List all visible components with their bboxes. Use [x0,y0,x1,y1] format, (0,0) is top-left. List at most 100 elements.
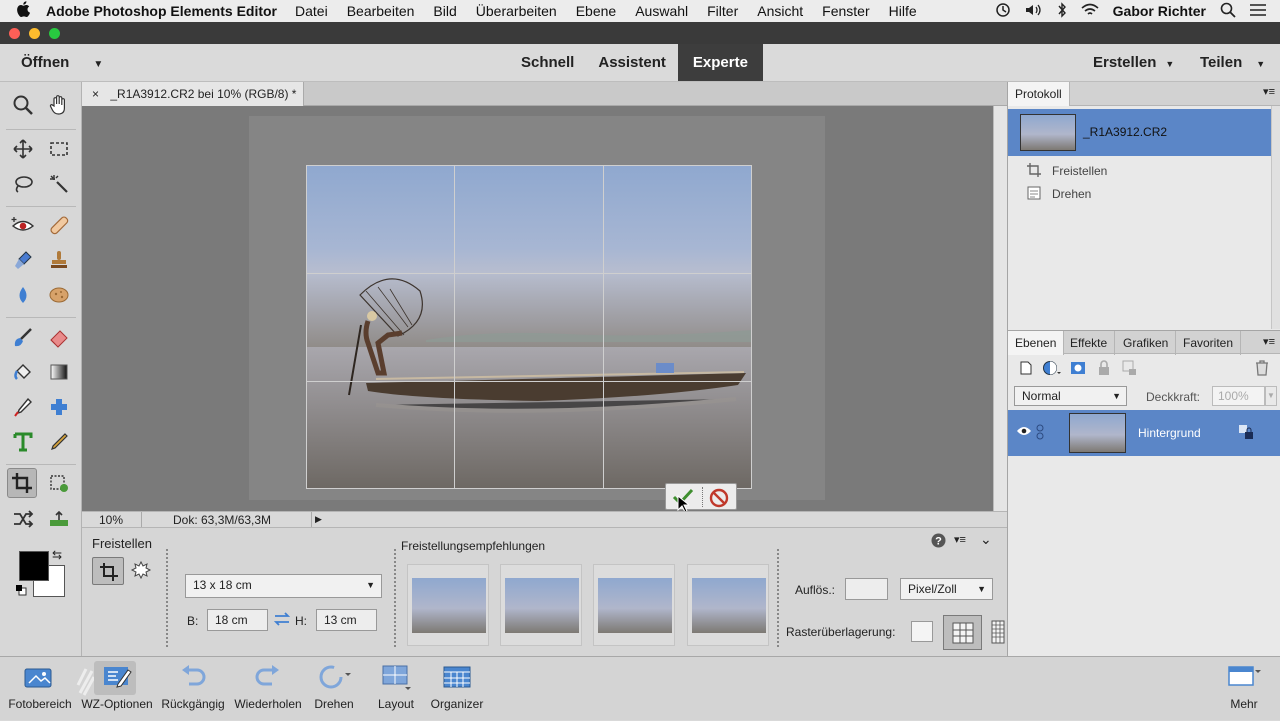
menu-ueberarbeiten[interactable]: Überarbeiten [476,3,557,19]
cancel-crop-icon[interactable] [709,488,729,511]
layer-mask-icon[interactable] [1070,360,1086,379]
spotlight-search-icon[interactable] [1220,2,1236,21]
adjustment-layer-icon[interactable] [1042,359,1062,380]
lock-all-icon[interactable] [1097,360,1111,379]
crop-suggestion-4[interactable] [687,564,769,646]
eyedropper-tool-icon[interactable] [8,392,38,422]
tab-favoriten[interactable]: Favoriten [1176,331,1242,355]
red-eye-tool-icon[interactable] [8,210,38,240]
menu-ebene[interactable]: Ebene [576,3,616,19]
zoom-window-icon[interactable] [49,28,60,39]
menu-hilfe[interactable]: Hilfe [889,3,917,19]
history-snapshot-row[interactable]: _R1A3912.CR2 [1008,109,1271,156]
vertical-scrollbar[interactable] [993,106,1007,511]
crop-preset-select[interactable]: 13 x 18 cm ▼ [185,574,382,598]
sponge-tool-icon[interactable] [44,280,74,310]
crop-suggestion-3[interactable] [593,564,675,646]
blend-mode-select[interactable]: Normal ▼ [1014,386,1127,406]
user-name[interactable]: Gabor Richter [1113,3,1206,19]
default-colors-icon[interactable] [15,584,27,596]
zoom-level[interactable]: 10% [99,513,123,527]
menu-filter[interactable]: Filter [707,3,738,19]
hand-tool-icon[interactable] [44,90,74,120]
rotate-button[interactable]: Drehen [308,657,360,721]
options-menu-icon[interactable]: ▾≡ [954,533,966,546]
apple-menu-icon[interactable] [0,1,46,21]
history-entry[interactable]: Drehen [1008,183,1271,205]
menu-bild[interactable]: Bild [433,3,456,19]
menu-bearbeiten[interactable]: Bearbeiten [347,3,415,19]
status-menu-arrow-icon[interactable]: ▶ [311,512,325,527]
custom-shape-icon[interactable] [44,392,74,422]
grid-overlay-thirds[interactable] [943,615,982,650]
organizer-button[interactable]: Organizer [426,657,488,721]
paint-bucket-icon[interactable] [8,357,38,387]
crop-suggestion-1[interactable] [407,564,489,646]
grid-overlay-fine[interactable] [991,620,1005,647]
blur-tool-icon[interactable] [8,280,38,310]
time-machine-icon[interactable] [995,2,1011,21]
tab-grafiken[interactable]: Grafiken [1116,331,1177,355]
eraser-tool-icon[interactable] [44,322,74,352]
brush-tool-icon[interactable] [8,322,38,352]
bluetooth-icon[interactable] [1057,1,1067,21]
help-icon[interactable]: ? [931,533,946,551]
protocol-scrollbar[interactable] [1271,106,1280,329]
height-input[interactable]: 13 cm [316,609,377,631]
tab-effekte[interactable]: Effekte [1063,331,1116,355]
crop-box[interactable] [306,165,752,489]
mode-tab-experte[interactable]: Experte [677,44,763,81]
clone-stamp-icon[interactable] [44,245,74,275]
crop-mode-button[interactable] [92,557,124,585]
opacity-input[interactable]: 100% [1212,386,1265,406]
document-tab[interactable]: × _R1A3912.CR2 bei 10% (RGB/8) * [82,82,304,106]
visibility-eye-icon[interactable] [1016,425,1032,440]
swap-dimensions-icon[interactable] [273,611,291,630]
smart-brush-icon[interactable] [8,245,38,275]
grid-overlay-none[interactable] [911,621,933,642]
image-canvas[interactable] [82,106,993,513]
close-document-icon[interactable]: × [92,87,99,101]
tab-protokoll[interactable]: Protokoll [1008,82,1070,106]
app-name[interactable]: Adobe Photoshop Elements Editor [46,3,277,19]
panel-menu-icon[interactable]: ▾≡ [1263,335,1275,348]
wifi-icon[interactable] [1081,3,1099,20]
gradient-tool-icon[interactable] [44,357,74,387]
spot-healing-brush-icon[interactable] [44,210,74,240]
straighten-tool-icon[interactable] [44,504,74,534]
menu-ansicht[interactable]: Ansicht [757,3,803,19]
menu-fenster[interactable]: Fenster [822,3,869,19]
mode-tab-schnell[interactable]: Schnell [509,44,586,81]
rectangular-marquee-icon[interactable] [44,134,74,164]
resolution-input[interactable] [845,578,888,600]
width-input[interactable]: 18 cm [207,609,268,631]
notification-center-icon[interactable] [1250,3,1266,20]
tool-options-button[interactable]: WZ-Optionen [78,657,156,721]
layer-row-hintergrund[interactable]: Hintergrund [1008,410,1280,456]
menu-datei[interactable]: Datei [295,3,328,19]
volume-icon[interactable] [1025,3,1043,20]
layer-lock-icon[interactable] [1238,424,1254,443]
more-button[interactable]: Mehr [1219,657,1269,721]
move-tool-icon[interactable] [8,134,38,164]
menu-auswahl[interactable]: Auswahl [635,3,688,19]
mode-tab-assistent[interactable]: Assistent [586,44,678,81]
share-button[interactable]: Teilen ▼ [1200,54,1265,71]
recompose-tool-icon[interactable] [44,468,74,498]
content-aware-move-icon[interactable] [8,504,38,534]
close-window-icon[interactable] [9,28,20,39]
lock-transparency-icon[interactable] [1122,360,1138,379]
swap-colors-icon[interactable]: ⇆ [52,548,62,562]
undo-button[interactable]: Rückgängig [160,657,226,721]
color-swatches[interactable]: ⇆ [16,548,65,597]
zoom-tool-icon[interactable] [8,90,38,120]
pencil-tool-icon[interactable] [44,427,74,457]
create-button[interactable]: Erstellen ▼ [1093,54,1174,71]
resolution-unit-select[interactable]: Pixel/Zoll ▼ [900,578,993,600]
history-entry[interactable]: Freistellen [1008,160,1271,182]
quick-selection-icon[interactable] [44,169,74,199]
photo-bin-button[interactable]: Fotobereich [4,657,76,721]
new-layer-icon[interactable] [1018,360,1034,379]
layout-button[interactable]: Layout [370,657,422,721]
cookie-cutter-icon[interactable] [130,560,152,585]
